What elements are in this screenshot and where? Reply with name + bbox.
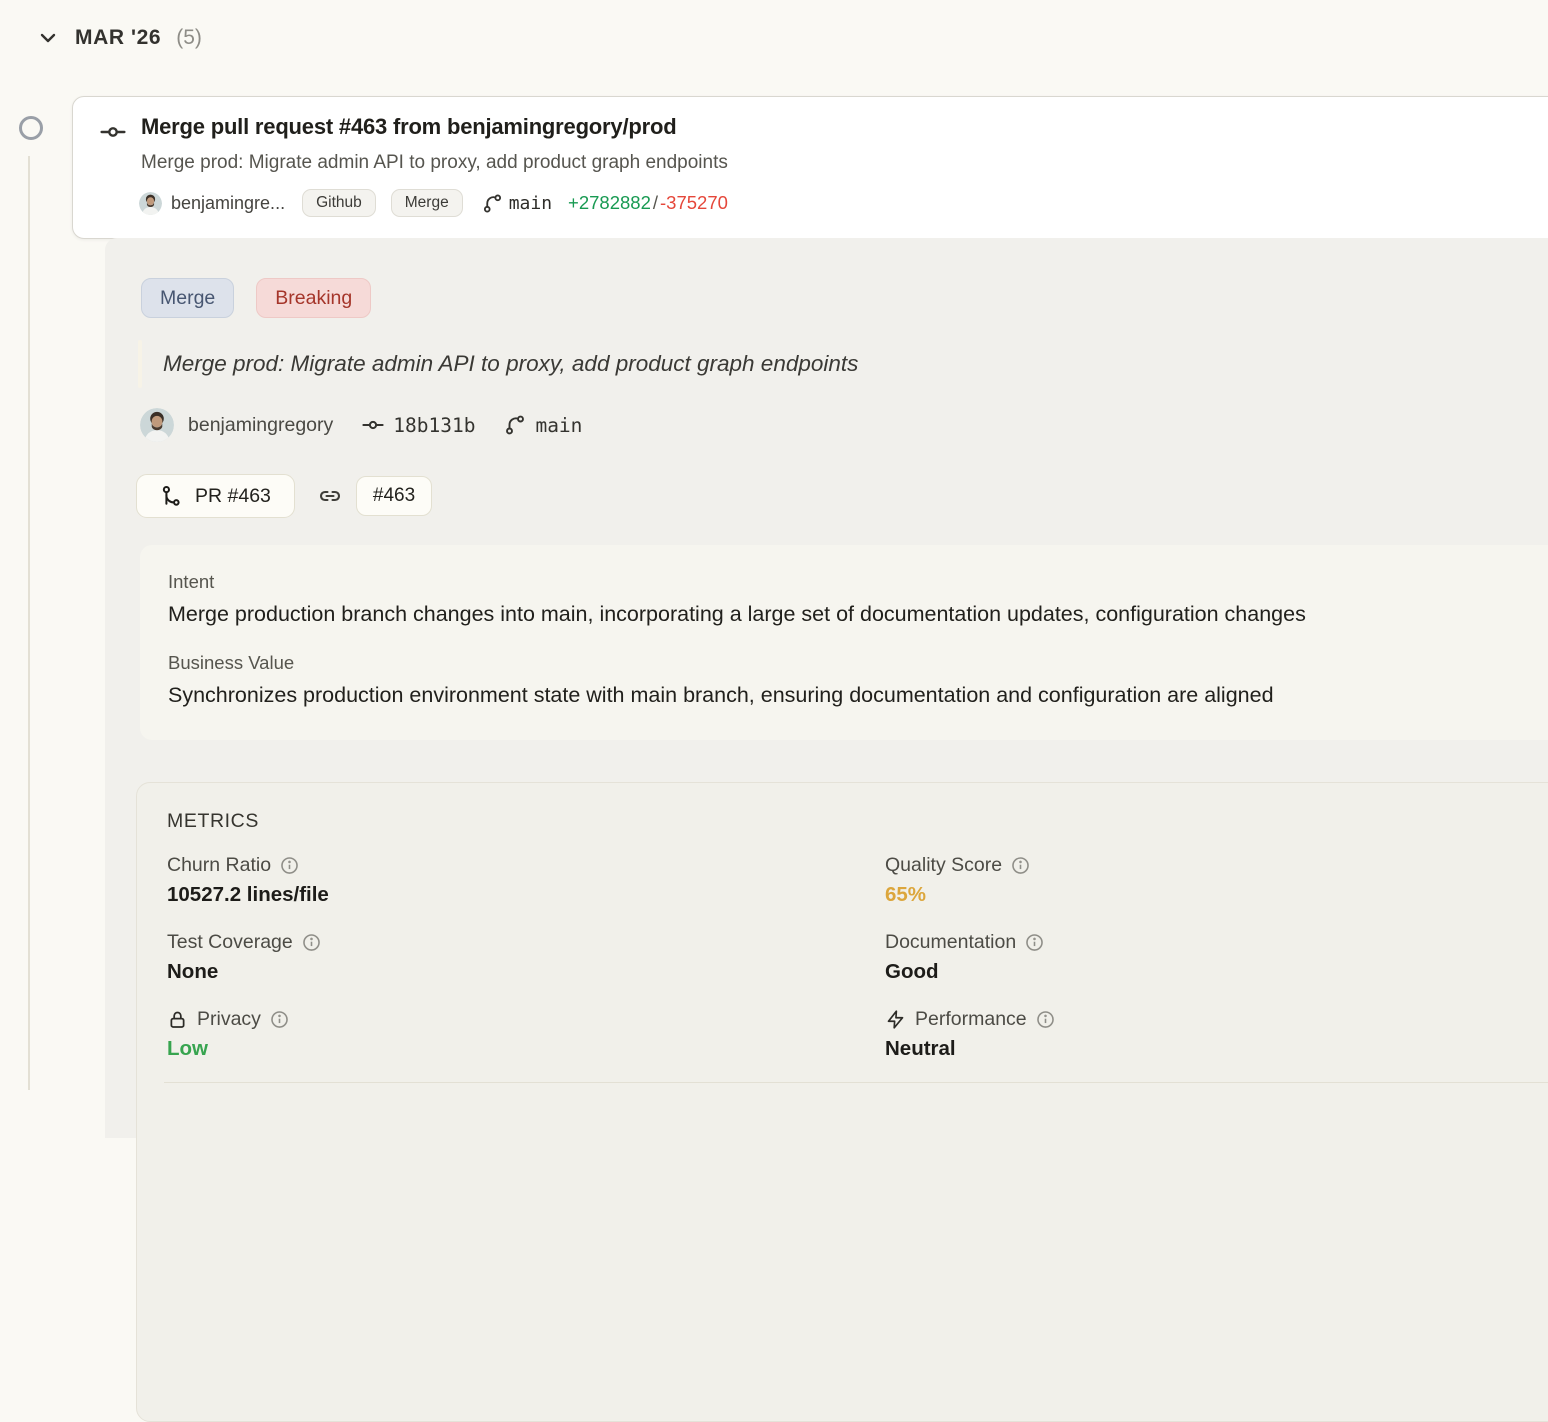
group-count: (5) xyxy=(176,26,202,50)
metric-value: 65% xyxy=(885,883,1548,907)
issue-ref-link[interactable]: #463 xyxy=(356,476,432,516)
intent-text: Merge production branch changes into mai… xyxy=(168,602,1548,627)
metric-label: Test Coverage xyxy=(167,931,293,954)
timeline-group-header[interactable]: MAR '26 (5) xyxy=(36,26,202,50)
zap-icon xyxy=(885,1009,906,1030)
info-icon[interactable] xyxy=(1011,856,1030,875)
branch-group: main xyxy=(504,414,582,437)
commit-meta-row: benjamingre... Github Merge main +278288… xyxy=(139,187,728,219)
business-value-text: Synchronizes production environment stat… xyxy=(168,683,1548,708)
metric-documentation: Documentation Good xyxy=(885,931,1548,984)
chevron-down-icon[interactable] xyxy=(36,26,60,50)
detail-author-row: benjamingregory 18b131b main xyxy=(140,408,582,442)
merge-badge: Merge xyxy=(141,278,234,318)
info-icon[interactable] xyxy=(1036,1010,1055,1029)
pr-button-label: PR #463 xyxy=(195,485,271,508)
metric-value: None xyxy=(167,960,885,984)
quote-text: Merge prod: Migrate admin API to proxy, … xyxy=(163,340,858,388)
branch-name: main xyxy=(509,193,552,214)
lock-icon xyxy=(167,1009,188,1030)
metrics-card: METRICS Churn Ratio 10527.2 lines/file Q… xyxy=(136,782,1548,1422)
git-pull-request-icon xyxy=(160,485,182,507)
metric-churn-ratio: Churn Ratio 10527.2 lines/file xyxy=(167,854,885,907)
metric-label: Privacy xyxy=(197,1008,261,1031)
git-branch-icon xyxy=(504,414,526,436)
breaking-badge: Breaking xyxy=(256,278,371,318)
pr-links-row: PR #463 #463 xyxy=(136,474,432,518)
git-branch-icon xyxy=(482,193,503,214)
metric-quality-score: Quality Score 65% xyxy=(885,854,1548,907)
commit-card[interactable]: Merge pull request #463 from benjamingre… xyxy=(72,96,1548,239)
info-icon[interactable] xyxy=(280,856,299,875)
commit-title: Merge pull request #463 from benjamingre… xyxy=(141,114,676,140)
commit-hash-group: 18b131b xyxy=(362,414,475,437)
timeline-node xyxy=(19,116,43,140)
additions-count: +2782882 xyxy=(568,192,651,214)
metric-value: 10527.2 lines/file xyxy=(167,883,885,907)
branch-ref: main xyxy=(482,193,552,214)
group-month-label: MAR '26 xyxy=(75,26,161,50)
metric-test-coverage: Test Coverage None xyxy=(167,931,885,984)
branch-name: main xyxy=(535,414,582,437)
git-commit-icon xyxy=(362,414,384,436)
metric-privacy: Privacy Low xyxy=(167,1008,885,1061)
diff-separator: / xyxy=(653,192,658,214)
info-icon[interactable] xyxy=(1025,933,1044,952)
detail-badges: Merge Breaking xyxy=(141,278,371,318)
commit-type-badge: Merge xyxy=(391,189,463,217)
metrics-heading: METRICS xyxy=(167,810,1548,833)
business-value-label: Business Value xyxy=(168,652,1548,674)
git-commit-icon xyxy=(100,119,126,145)
intent-panel: Intent Merge production branch changes i… xyxy=(140,545,1548,740)
metric-label: Performance xyxy=(915,1008,1027,1031)
metrics-grid: Churn Ratio 10527.2 lines/file Quality S… xyxy=(167,854,1548,1061)
metric-value: Neutral xyxy=(885,1037,1548,1061)
quote-bar xyxy=(138,340,142,388)
metric-value: Good xyxy=(885,960,1548,984)
diff-stats: +2782882 / -375270 xyxy=(568,192,728,214)
timeline-line xyxy=(28,156,30,1090)
deletions-count: -375270 xyxy=(660,192,728,214)
commit-detail-panel: Merge Breaking Merge prod: Migrate admin… xyxy=(105,238,1548,1138)
metric-label: Churn Ratio xyxy=(167,854,271,877)
commit-hash[interactable]: 18b131b xyxy=(393,414,475,437)
metric-value: Low xyxy=(167,1037,885,1061)
source-badge: Github xyxy=(302,189,376,217)
metrics-divider xyxy=(164,1082,1548,1083)
intent-label: Intent xyxy=(168,571,1548,593)
avatar xyxy=(140,408,174,442)
metric-label: Documentation xyxy=(885,931,1016,954)
metric-performance: Performance Neutral xyxy=(885,1008,1548,1061)
link-icon[interactable] xyxy=(318,484,342,508)
author-name-truncated[interactable]: benjamingre... xyxy=(171,193,285,214)
commit-subtitle: Merge prod: Migrate admin API to proxy, … xyxy=(141,152,728,174)
pr-button[interactable]: PR #463 xyxy=(136,474,295,518)
avatar xyxy=(139,192,162,215)
info-icon[interactable] xyxy=(302,933,321,952)
author-name[interactable]: benjamingregory xyxy=(188,414,333,437)
metric-label: Quality Score xyxy=(885,854,1002,877)
info-icon[interactable] xyxy=(270,1010,289,1029)
commit-message-quote: Merge prod: Migrate admin API to proxy, … xyxy=(138,340,858,388)
